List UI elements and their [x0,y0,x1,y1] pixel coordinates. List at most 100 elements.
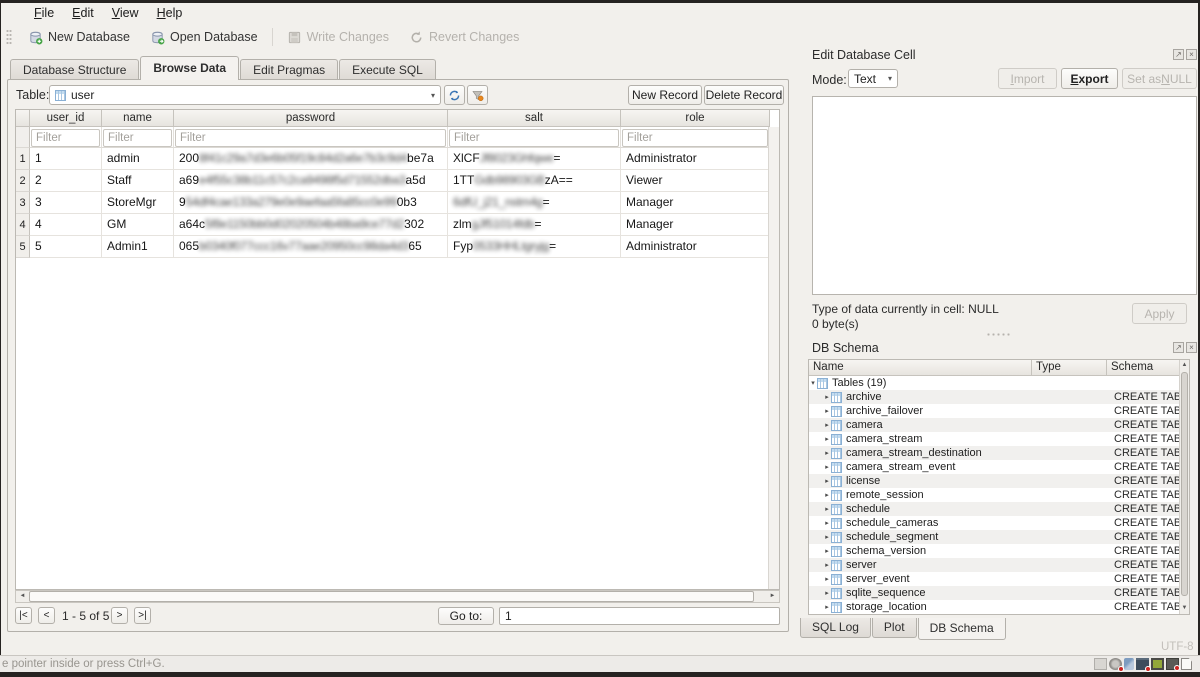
expander-closed-icon[interactable]: ▸ [823,491,831,499]
cell-name[interactable]: StoreMgr [102,192,174,214]
expander-closed-icon[interactable]: ▸ [823,477,831,485]
cell-role[interactable]: Viewer [621,170,770,192]
tree-row-server[interactable]: ▸serverCREATE TAB... [809,558,1189,572]
usb-icon[interactable] [1124,658,1134,670]
next-page-button[interactable]: > [111,607,128,624]
column-header-user_id[interactable]: user_id [30,110,102,127]
window-icon[interactable] [1094,658,1107,670]
cell-user-id[interactable]: 5 [30,236,102,258]
expander-closed-icon[interactable]: ▸ [823,505,831,513]
row-number[interactable]: 2 [16,170,30,192]
tree-row-camera[interactable]: ▸cameraCREATE TAB... [809,418,1189,432]
tree-row-server_event[interactable]: ▸server_eventCREATE TAB... [809,572,1189,586]
export-button[interactable]: Export [1061,68,1118,89]
table-row[interactable]: 11admin2008f41c29a7d3e6b05f19c84d2a6e7b3… [16,148,779,170]
expander-closed-icon[interactable]: ▸ [823,407,831,415]
column-header-name[interactable]: Name [809,360,1032,375]
tree-row-schema_version[interactable]: ▸schema_versionCREATE TAB... [809,544,1189,558]
filter-input-password[interactable] [175,129,446,147]
dock-splitter[interactable] [986,333,1012,336]
cell-role[interactable]: Administrator [621,236,770,258]
cell-password[interactable]: a69e4f55c38b11c57c2ca9498f5d71552dba3a5d [174,170,448,192]
menu-view[interactable]: View [103,3,148,22]
cell-role[interactable]: Administrator [621,148,770,170]
scrollbar-thumb[interactable] [29,591,754,602]
last-page-button[interactable]: >| [134,607,151,624]
grid-vertical-scrollbar[interactable] [768,127,779,589]
menu-help[interactable]: Help [148,3,192,22]
close-panel-icon[interactable]: × [1186,342,1197,353]
network-icon[interactable] [1166,658,1179,670]
goto-input[interactable] [499,607,780,625]
expander-closed-icon[interactable]: ▸ [823,575,831,583]
clear-filters-button[interactable] [467,85,488,105]
open-database-button[interactable]: Open Database [140,26,268,48]
float-panel-icon[interactable]: ↗ [1173,342,1184,353]
filter-input-role[interactable] [622,129,768,147]
new-record-button[interactable]: New Record [628,85,702,105]
tree-row-archive[interactable]: ▸archiveCREATE TAB... [809,390,1189,404]
expander-closed-icon[interactable]: ▸ [823,547,831,555]
goto-button[interactable]: Go to: [438,607,494,625]
cell-user-id[interactable]: 2 [30,170,102,192]
new-database-button[interactable]: New Database [18,26,140,48]
tree-row-storage_location[interactable]: ▸storage_locationCREATE TAB... [809,600,1189,614]
column-header-role[interactable]: role [621,110,770,127]
tree-vertical-scrollbar[interactable]: ▲ ▼ [1179,360,1189,614]
tree-row-sqlite_sequence[interactable]: ▸sqlite_sequenceCREATE TAB... [809,586,1189,600]
tab-database-structure[interactable]: Database Structure [10,59,139,80]
cell-role[interactable]: Manager [621,192,770,214]
filter-input-salt[interactable] [449,129,619,147]
close-panel-icon[interactable]: × [1186,49,1197,60]
menu-file[interactable]: File [25,3,63,22]
table-row[interactable]: 44GMa64c5f8e1150bb0d02020504b48ba9ce77d2… [16,214,779,236]
cell-password[interactable]: 2008f41c29a7d3e6b05f19c84d2a6e7b3c9d4be7… [174,148,448,170]
cell-name[interactable]: GM [102,214,174,236]
tree-row-remote_session[interactable]: ▸remote_sessionCREATE TAB... [809,488,1189,502]
cell-salt[interactable]: 1TTGdb98903GBzA== [448,170,621,192]
tab-plot[interactable]: Plot [872,618,917,638]
expander-open-icon[interactable]: ▾ [809,379,817,387]
cell-user-id[interactable]: 4 [30,214,102,236]
cell-user-id[interactable]: 1 [30,148,102,170]
expander-closed-icon[interactable]: ▸ [823,449,831,457]
row-number[interactable]: 5 [16,236,30,258]
table-selector[interactable]: user ▾ [49,85,441,105]
column-header-type[interactable]: Type [1032,360,1107,375]
expander-closed-icon[interactable]: ▸ [823,561,831,569]
expander-closed-icon[interactable]: ▸ [823,463,831,471]
toolbar-drag-handle[interactable] [6,29,12,45]
filter-input-user_id[interactable] [31,129,100,147]
scroll-left-icon[interactable]: ◄ [16,591,29,602]
table-row[interactable]: 22Staffa69e4f55c38b11c57c2ca9498f5d71552… [16,170,779,192]
cell-role[interactable]: Manager [621,214,770,236]
apply-button[interactable]: Apply [1132,303,1187,324]
display-icon[interactable] [1151,658,1164,670]
tab-edit-pragmas[interactable]: Edit Pragmas [240,59,338,80]
grid-horizontal-scrollbar[interactable]: ◄ ► [15,590,780,603]
cell-salt[interactable]: Fyp0533HHLtgryjg= [448,236,621,258]
menu-edit[interactable]: Edit [63,3,103,22]
cell-salt[interactable]: zlmgJf51014fdb= [448,214,621,236]
cell-password[interactable]: 954df4cae133a279e0e9aefaa5fa85cc0e990b3 [174,192,448,214]
table-row[interactable]: 33StoreMgr954df4cae133a279e0e9aefaa5fa85… [16,192,779,214]
tab-db-schema[interactable]: DB Schema [918,618,1006,640]
import-button[interactable]: Import [998,68,1057,89]
tree-row-camera_stream[interactable]: ▸camera_streamCREATE TAB... [809,432,1189,446]
cell-name[interactable]: Admin1 [102,236,174,258]
expander-closed-icon[interactable]: ▸ [823,421,831,429]
harddisk-icon[interactable] [1136,658,1149,670]
delete-record-button[interactable]: Delete Record [704,85,784,105]
cell-salt[interactable]: XlCFJf8023Ghfqwe= [448,148,621,170]
tree-row-schedule_segment[interactable]: ▸schedule_segmentCREATE TAB... [809,530,1189,544]
prev-page-button[interactable]: < [38,607,55,624]
optical-disc-icon[interactable] [1109,658,1122,670]
column-header-password[interactable]: password [174,110,448,127]
scrollbar-thumb[interactable] [1181,372,1188,596]
scroll-up-icon[interactable]: ▲ [1180,361,1189,370]
tree-row-camera_stream_event[interactable]: ▸camera_stream_eventCREATE TAB... [809,460,1189,474]
clipboard-icon[interactable] [1181,658,1192,670]
column-header-name[interactable]: name [102,110,174,127]
cell-password[interactable]: 065b0340f077ccc16v77aae20950cc98da4d365 [174,236,448,258]
expander-closed-icon[interactable]: ▸ [823,393,831,401]
